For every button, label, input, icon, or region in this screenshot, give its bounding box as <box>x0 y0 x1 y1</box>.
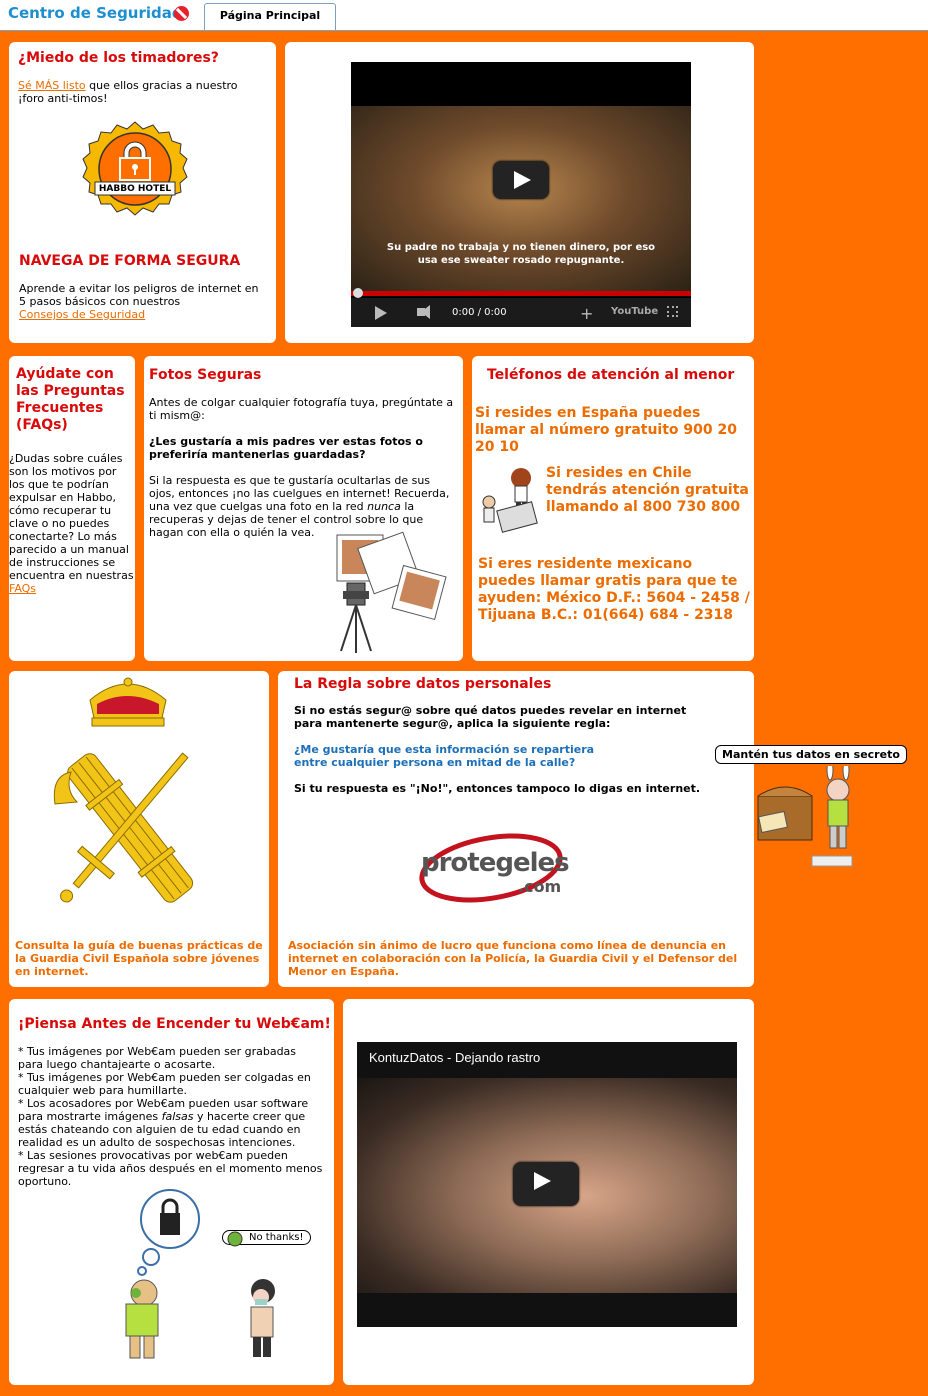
security-tips-link[interactable]: Consejos de Seguridad <box>19 308 145 321</box>
faq-title: Ayúdate con las Preguntas Frecuentes (FA… <box>16 366 125 433</box>
data-rule-card: La Regla sobre datos personales Si no es… <box>278 671 754 987</box>
time-display: 0:00 / 0:00 <box>452 307 507 318</box>
habbo-masked-boy <box>227 1231 275 1357</box>
faq-card: Ayúdate con las Preguntas Frecuentes (FA… <box>9 356 135 661</box>
progress-handle[interactable] <box>353 288 363 298</box>
tab-main-page[interactable]: Página Principal <box>204 3 336 30</box>
video-title[interactable]: KontuzDatos - Dejando rastro <box>369 1050 540 1065</box>
plus-icon[interactable]: + <box>580 304 593 323</box>
faqs-link[interactable]: FAQs <box>9 582 36 595</box>
be-smarter-link[interactable]: Sé MÁS listo <box>18 79 86 92</box>
video-player-2[interactable]: KontuzDatos - Dejando rastro <box>357 1042 737 1327</box>
scammers-text: Sé MÁS listo que ellos gracias a nuestro… <box>18 79 263 105</box>
phones-spain: Si resides en España puedes llamar al nú… <box>475 405 737 455</box>
video-player-1[interactable]: Su padre no trabaja y no tienen dinero, … <box>351 62 691 327</box>
webcam-tip-3: * Los acosadores por Web€am pueden usar … <box>18 1097 324 1149</box>
top-bar: Centro de Seguridad Página Principal <box>0 0 928 31</box>
habbo-phone-characters <box>482 468 538 533</box>
fullscreen-icon[interactable] <box>667 306 678 317</box>
progress-bar[interactable] <box>351 291 691 296</box>
keep-data-secret-bubble: Mantén tus datos en secreto <box>715 745 907 764</box>
camera-photos-illustration <box>336 531 447 653</box>
phones-card: Teléfonos de atención al menor Si reside… <box>472 356 754 661</box>
data-rule-title: La Regla sobre datos personales <box>294 676 552 692</box>
play-icon[interactable] <box>375 306 387 320</box>
no-entry-icon <box>174 6 189 21</box>
phones-mexico: Si eres residente mexicano puedes llamar… <box>478 556 750 623</box>
safe-photos-title: Fotos Seguras <box>149 367 262 383</box>
navigate-safe-text: Aprende a evitar los peligros de interne… <box>19 282 259 321</box>
scammers-card: ¿Miedo de los timadores? Sé MÁS listo qu… <box>9 42 276 343</box>
webcam-title: ¡Piensa Antes de Encender tu Web€am! <box>18 1016 331 1032</box>
protegeles-logo[interactable]: protegeles .com <box>416 826 570 906</box>
video-subtitle-2: usa ese sweater rosado repugnante. <box>417 255 625 266</box>
habbo-bunny-chest <box>757 766 853 867</box>
play-button[interactable] <box>493 161 549 199</box>
webcam-card: ¡Piensa Antes de Encender tu Web€am! * T… <box>9 999 334 1385</box>
navigate-safe-title: NAVEGA DE FORMA SEGURA <box>19 253 241 269</box>
webcam-tip-2: * Tus imágenes por Web€am pueden ser col… <box>18 1071 311 1097</box>
safe-photos-intro: Antes de colgar cualquier fotografía tuy… <box>149 396 454 422</box>
video-card-2: KontuzDatos - Dejando rastro <box>343 999 754 1385</box>
guardia-civil-card: Consulta la guía de buenas prácticas de … <box>9 671 269 987</box>
data-rule-caption: Asociación sin ánimo de lucro que funcio… <box>288 939 738 978</box>
webcam-tip-4: * Las sesiones provocativas por web€am p… <box>18 1149 323 1188</box>
habbo-lock-badge <box>82 121 188 216</box>
faq-body: ¿Dudas sobre cuáles son los motivos por … <box>9 452 134 582</box>
safe-photos-text: Si la respuesta es que te gustaría ocult… <box>149 474 459 539</box>
safe-photos-card: Fotos Seguras Antes de colgar cualquier … <box>144 356 463 661</box>
webcam-tip-3-em: falsas <box>161 1110 194 1123</box>
habbo-thinking-girl <box>125 1189 200 1359</box>
safe-photos-text-em: nunca <box>367 500 401 513</box>
phones-title: Teléfonos de atención al menor <box>487 367 735 383</box>
data-rule-question: ¿Me gustaría que esta información se rep… <box>294 743 595 769</box>
webcam-tip-1: * Tus imágenes por Web€am pueden ser gra… <box>18 1045 297 1071</box>
scammers-title: ¿Miedo de los timadores? <box>18 50 219 66</box>
protegeles-domain: .com <box>518 877 562 896</box>
data-rule-answer: Si tu respuesta es "¡No!", entonces tamp… <box>294 782 701 795</box>
youtube-logo[interactable]: YouTube <box>611 306 658 317</box>
guardia-civil-emblem <box>53 677 194 903</box>
badge-text: HABBO HOTEL <box>98 184 172 194</box>
volume-icon-cone <box>421 305 430 319</box>
faq-text: ¿Dudas sobre cuáles son los motivos por … <box>9 452 135 595</box>
data-rule-intro: Si no estás segur@ sobre qué datos puede… <box>294 704 687 730</box>
navigate-safe-body: Aprende a evitar los peligros de interne… <box>19 282 259 308</box>
phones-chile: Si resides en Chile tendrás atención gra… <box>546 465 749 515</box>
guardia-civil-caption[interactable]: Consulta la guía de buenas prácticas de … <box>15 939 265 978</box>
video-card-1: Su padre no trabaja y no tienen dinero, … <box>285 42 754 343</box>
play-button-2[interactable] <box>513 1162 579 1206</box>
safe-photos-question: ¿Les gustaría a mis padres ver estas fot… <box>149 435 423 461</box>
protegeles-wordmark: protegeles <box>421 848 570 878</box>
webcam-tips: * Tus imágenes por Web€am pueden ser gra… <box>18 1045 324 1188</box>
video-subtitle-1: Su padre no trabaja y no tienen dinero, … <box>386 242 656 253</box>
site-title[interactable]: Centro de Seguridad <box>8 4 183 22</box>
